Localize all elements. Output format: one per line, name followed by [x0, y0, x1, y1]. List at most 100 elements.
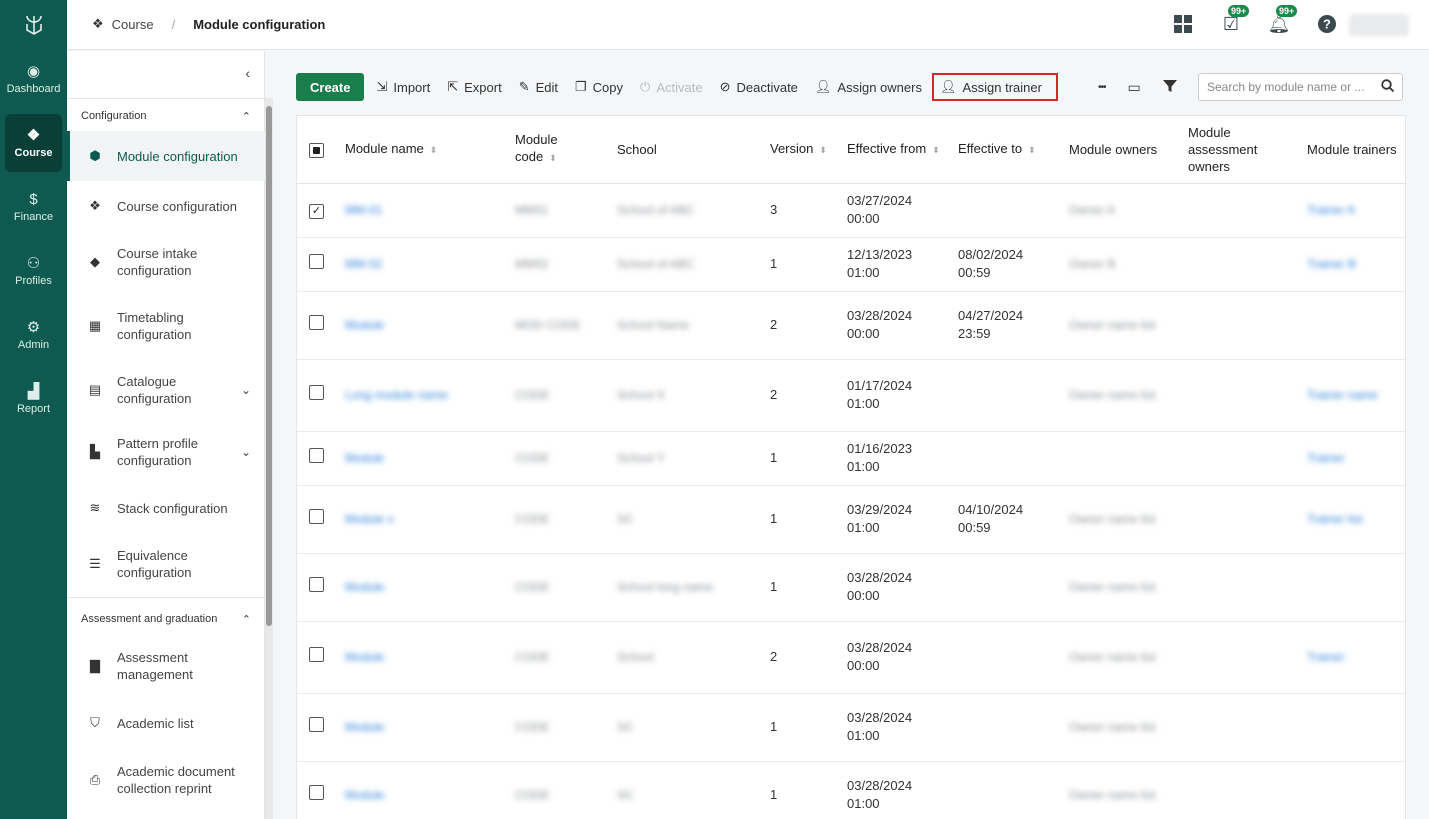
- divider: [67, 98, 265, 99]
- row-checkbox[interactable]: [309, 509, 324, 524]
- deactivate-button[interactable]: ⊘ Deactivate: [720, 79, 798, 95]
- equivalence-icon: ☰: [89, 556, 101, 571]
- table-row[interactable]: Module CODE School 2 03/28/2024 00:00 Owner na…: [297, 621, 1405, 694]
- sidebar-item-timetabling-configuration[interactable]: ▦ Timetabling configuration: [67, 301, 265, 351]
- module-name-link[interactable]: Module x: [345, 512, 394, 526]
- module-trainers[interactable]: Trainer: [1307, 451, 1345, 465]
- sidebar-item-course-intake-configuration[interactable]: ◆ Course intake configuration: [67, 237, 265, 287]
- module-trainers[interactable]: Trainer: [1307, 650, 1345, 664]
- tasks-icon[interactable]: ☑ 99+: [1219, 5, 1250, 36]
- row-checkbox[interactable]: [309, 254, 324, 269]
- table-row[interactable]: ✓ MM-01 MM01 School of ABC 3 03/27/2024 00:00 O…: [297, 183, 1405, 238]
- sidebar-item-equivalence-configuration[interactable]: ☰ Equivalence configuration: [67, 539, 265, 589]
- module-name-link[interactable]: Module: [345, 580, 384, 594]
- copy-icon: ❐: [575, 79, 587, 94]
- module-trainers[interactable]: Trainer B: [1307, 257, 1356, 271]
- table-row[interactable]: Module x CODE SC 1 03/29/2024 01:00 04/10/2024…: [297, 485, 1405, 554]
- assign-owners-button[interactable]: 👤︎ Assign owners: [815, 79, 922, 95]
- column-header-effective-to[interactable]: Effective to ⬍: [950, 116, 1061, 184]
- search-input[interactable]: Search by module name or ...: [1198, 73, 1403, 101]
- module-trainers[interactable]: Trainer list: [1307, 512, 1363, 526]
- import-button[interactable]: ⇲ Import: [376, 79, 430, 95]
- filter-icon[interactable]: [1162, 79, 1177, 96]
- row-checkbox[interactable]: [309, 647, 324, 662]
- module-name-link[interactable]: Module: [345, 451, 384, 465]
- row-checkbox[interactable]: [309, 785, 324, 800]
- cubes-icon: ❖: [89, 198, 101, 213]
- table-row[interactable]: Module CODE SC 1 03/28/2024 01:00 Owner name l…: [297, 761, 1405, 819]
- sidebar-item-pattern-profile-configuration[interactable]: ▙ Pattern profile configuration ⌄: [67, 427, 265, 477]
- create-button[interactable]: Create: [296, 73, 365, 101]
- module-name-link[interactable]: Long module name: [345, 388, 448, 402]
- module-code: CODE: [515, 451, 550, 465]
- rail-item-admin[interactable]: ⚙ Admin: [0, 306, 67, 364]
- bell-icon[interactable]: 🔔︎ 99+: [1267, 5, 1298, 36]
- import-icon: ⇲: [376, 79, 388, 94]
- export-button[interactable]: ⇱ Export: [447, 79, 501, 95]
- cube-icon: ⬢: [89, 148, 101, 163]
- table-row[interactable]: MM-02 MM02 School of ABC 1 12/13/2023 01:00 08…: [297, 237, 1405, 292]
- table-row[interactable]: Module CODE School long name 1 03/28/2024 00:…: [297, 553, 1405, 622]
- sidebar-item-academic-list[interactable]: ⛉ Academic list: [67, 698, 265, 748]
- row-checkbox[interactable]: [309, 577, 324, 592]
- select-all-checkbox[interactable]: [309, 142, 324, 158]
- row-checkbox[interactable]: [309, 315, 324, 330]
- sidebar-item-course-configuration[interactable]: ❖ Course configuration: [67, 181, 265, 231]
- row-checkbox[interactable]: ✓: [309, 203, 324, 219]
- rail-item-profiles[interactable]: ⚇ Profiles: [0, 242, 67, 300]
- module-trainers[interactable]: Trainer name: [1307, 388, 1378, 402]
- table-row[interactable]: Long module name CODE School X 2 01/17/2024 0…: [297, 359, 1405, 432]
- module-name-link[interactable]: MM-01: [345, 203, 382, 217]
- sidebar-item-module-configuration[interactable]: ⬢ Module configuration: [67, 131, 265, 181]
- rail-item-dashboard[interactable]: ◉ Dashboard: [0, 50, 67, 108]
- row-checkbox[interactable]: [309, 448, 324, 463]
- sidebar-item-catalogue-configuration[interactable]: ▤ Catalogue configuration ⌄: [67, 365, 265, 415]
- sidebar-item-stack-configuration[interactable]: ≋ Stack configuration: [67, 483, 265, 533]
- sort-icon[interactable]: ⬍: [1028, 145, 1036, 155]
- collapse-sidebar-chevron-icon[interactable]: ‹: [245, 65, 250, 81]
- module-name-link[interactable]: Module: [345, 318, 384, 332]
- row-checkbox[interactable]: [309, 385, 324, 400]
- sidebar-item-academic-document-collection-reprint[interactable]: ⎙ Academic document collection reprint: [67, 755, 265, 805]
- sort-icon[interactable]: ⬍: [932, 145, 940, 155]
- sidebar-scrollbar[interactable]: [265, 98, 273, 819]
- export-icon: ⇱: [447, 79, 459, 94]
- table-row[interactable]: Module CODE School Y 1 01/16/2023 01:00 Traine…: [297, 431, 1405, 486]
- sidebar-item-assessment-management[interactable]: ▇ Assessment management: [67, 641, 265, 691]
- module-trainers[interactable]: Trainer A: [1307, 203, 1355, 217]
- sort-icon[interactable]: ⬍: [549, 153, 557, 163]
- module-name-link[interactable]: Module: [345, 650, 384, 664]
- section-assessment-and-graduation[interactable]: Assessment and graduation ⌃: [67, 612, 265, 626]
- sort-icon[interactable]: ⬍: [819, 145, 827, 155]
- help-icon[interactable]: ?: [1315, 12, 1339, 36]
- sort-icon[interactable]: ⬍: [430, 145, 438, 155]
- scrollbar-thumb[interactable]: [266, 106, 272, 626]
- column-header-effective-from[interactable]: Effective from ⬍: [839, 116, 950, 184]
- module-name-link[interactable]: MM-02: [345, 257, 382, 271]
- copy-button[interactable]: ❐ Copy: [575, 79, 623, 95]
- column-header-module-code[interactable]: Module code ⬍: [507, 116, 609, 184]
- breadcrumb-course-link[interactable]: Course: [112, 17, 154, 32]
- rail-item-course[interactable]: ❖ Course: [5, 114, 62, 172]
- app-logo-icon[interactable]: [0, 0, 67, 50]
- column-header-version[interactable]: Version ⬍: [762, 116, 839, 184]
- edit-button[interactable]: ✎ Edit: [519, 79, 558, 95]
- column-header-module-name[interactable]: Module name ⬍: [337, 116, 507, 184]
- module-owners: Owner B: [1069, 257, 1116, 271]
- table-row[interactable]: Module CODE SC 1 03/28/2024 01:00 Owner name l…: [297, 693, 1405, 762]
- section-configuration[interactable]: Configuration ⌃: [67, 109, 265, 123]
- rail-item-report[interactable]: ▟ Report: [0, 370, 67, 428]
- activate-button[interactable]: ⏻ Activate: [640, 79, 703, 95]
- row-checkbox[interactable]: [309, 717, 324, 732]
- module-code: CODE: [515, 388, 550, 402]
- module-name-link[interactable]: Module: [345, 720, 384, 734]
- assign-trainer-button[interactable]: 👤︎ Assign trainer: [931, 73, 1058, 101]
- rail-item-finance[interactable]: $ Finance: [0, 178, 67, 236]
- user-avatar[interactable]: [1349, 14, 1409, 36]
- more-options-icon[interactable]: •••: [1098, 82, 1106, 93]
- column-settings-icon[interactable]: ▭: [1128, 79, 1141, 96]
- apps-grid-icon[interactable]: [1171, 12, 1195, 36]
- school: School of ABC: [617, 257, 695, 271]
- module-name-link[interactable]: Module: [345, 788, 384, 802]
- table-row[interactable]: Module MOD CODE School Name 2 03/28/2024 00:0…: [297, 291, 1405, 360]
